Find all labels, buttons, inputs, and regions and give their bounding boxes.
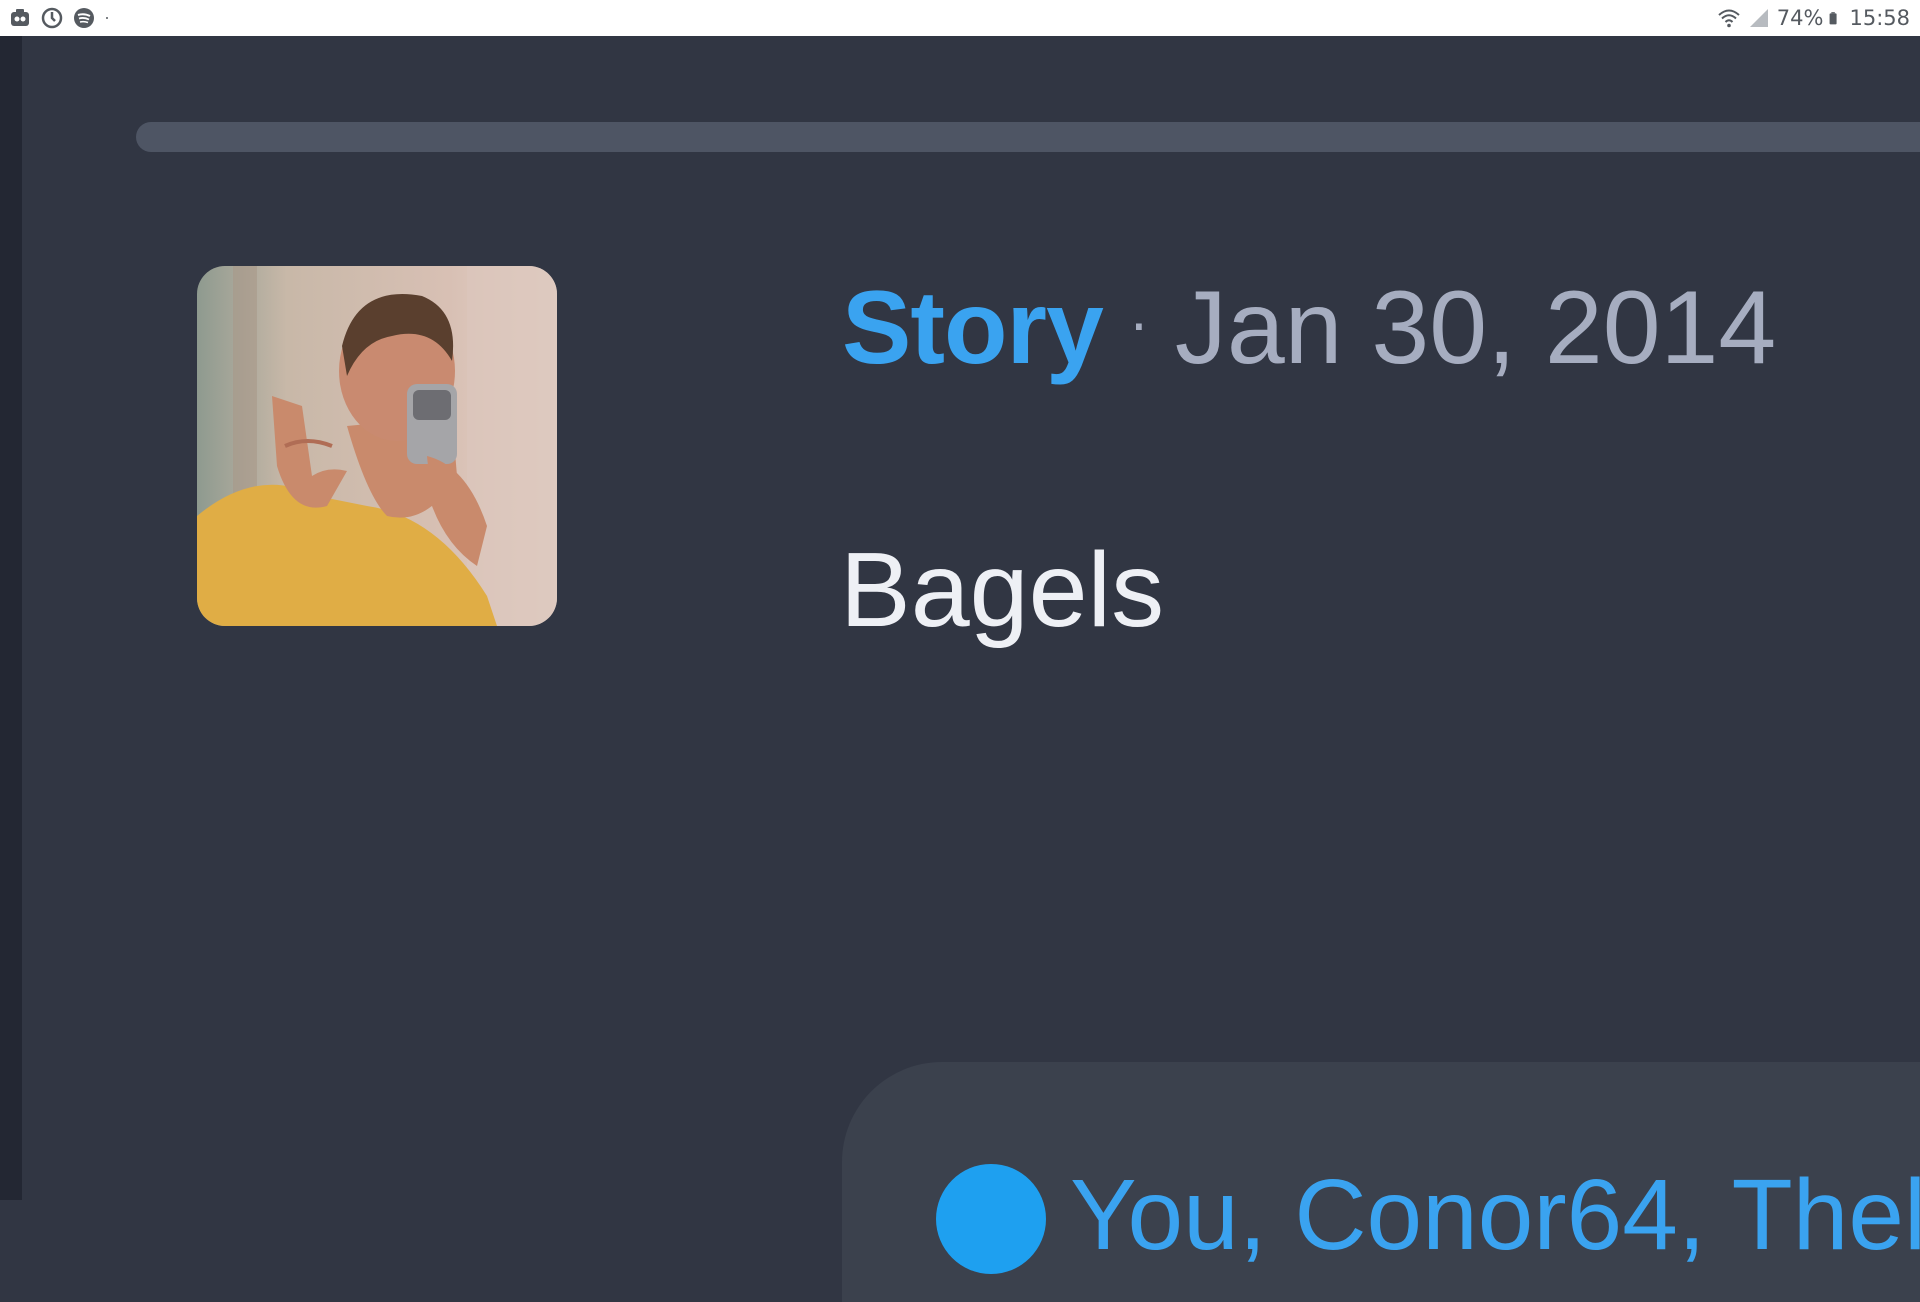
reactions-text[interactable]: You, Conor64, Thel [1070,1158,1920,1273]
meta-separator: · [1128,288,1149,356]
spotify-icon [74,8,94,28]
reactions-card[interactable]: You, Conor64, Thel [842,1062,1920,1302]
status-bar-left [8,6,116,30]
notification-app-icon [11,9,29,26]
side-drawer-edge[interactable] [0,36,22,1200]
avatar[interactable] [197,266,557,626]
like-badge-icon [936,1164,1046,1274]
clock: 15:58 [1849,6,1910,30]
post-meta: Story · Jan 30, 2014 [842,268,1776,388]
avatar-photo [197,266,557,626]
signal-icon [1749,9,1768,27]
sync-icon [41,7,63,29]
story-progress-bar [136,122,1920,152]
status-bar: 74% 15:58 [0,0,1920,36]
wifi-icon [1718,9,1740,28]
battery-percent: 74% [1776,6,1824,30]
dot-icon [106,17,108,19]
battery-icon [1830,12,1838,25]
post-date: Jan 30, 2014 [1174,269,1777,386]
status-bar-right: 74% 15:58 [1717,6,1910,30]
post-title: Bagels [840,531,1165,649]
post-type-link[interactable]: Story [842,269,1104,388]
